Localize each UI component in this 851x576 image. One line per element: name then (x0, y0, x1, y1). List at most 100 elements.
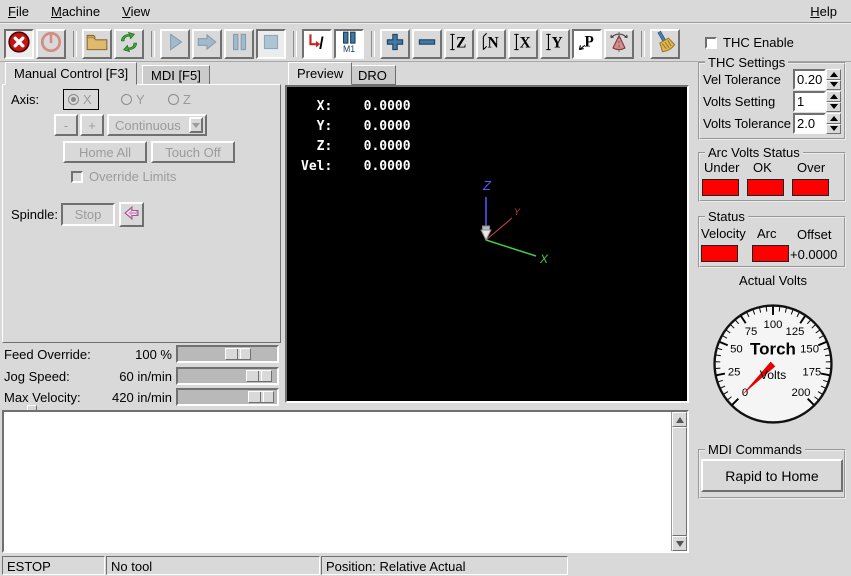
tab-preview[interactable]: Preview (288, 62, 352, 85)
tool-cone (481, 230, 491, 240)
feed-override-slider[interactable] (176, 345, 279, 363)
run-button[interactable] (160, 29, 190, 59)
tab-preview-label: Preview (297, 66, 343, 81)
spin-up-button[interactable] (826, 69, 841, 80)
scroll-up-button[interactable] (672, 412, 687, 427)
volts-tolerance-spinbox[interactable]: 2.0 (793, 113, 841, 134)
axis-radio-x[interactable]: X (63, 89, 99, 110)
vel-tolerance-spinbox[interactable]: 0.20 (793, 69, 841, 90)
menu-help[interactable]: Help (810, 4, 837, 19)
brake-icon (123, 204, 141, 225)
svg-text:125: 125 (786, 326, 805, 338)
jog-plus-button[interactable]: + (80, 114, 104, 136)
clear-plot-button[interactable] (650, 29, 680, 59)
plus-icon (383, 30, 407, 57)
jog-minus-button[interactable]: - (54, 114, 78, 136)
radio-z-label: Z (183, 92, 191, 107)
home-all-label: Home All (79, 145, 131, 160)
feed-override-handle[interactable] (225, 348, 251, 360)
jog-speed-handle[interactable] (246, 370, 272, 382)
vel-tolerance-value[interactable]: 0.20 (793, 69, 826, 90)
menu-machine[interactable]: Machine (51, 4, 100, 19)
axes-indicator: Z Y X (430, 170, 560, 280)
spin-up-button[interactable] (826, 91, 841, 102)
jog-speed-slider[interactable] (176, 367, 279, 385)
view-y-button[interactable]: Y (540, 29, 570, 59)
menu-file[interactable]: File (8, 4, 29, 19)
scroll-up-icon (676, 417, 684, 423)
svg-text:P: P (585, 33, 594, 50)
velocity-indicator (701, 245, 738, 262)
view-z2-button[interactable]: N (476, 29, 506, 59)
override-limits-checkbox[interactable]: Override Limits (71, 169, 176, 184)
home-all-button[interactable]: Home All (63, 141, 147, 163)
machine-power-button[interactable] (36, 29, 66, 59)
preview-canvas[interactable]: X: 0.0000 Y: 0.0000 Z: 0.0000 Vel: 0.000… (285, 85, 689, 403)
jog-speed-value: 60 in/min (100, 369, 172, 384)
estop-icon (7, 30, 31, 57)
jog-minus-label: - (64, 118, 68, 133)
thc-enable-checkbox[interactable]: THC Enable (705, 35, 794, 50)
estop-button[interactable] (4, 29, 34, 59)
optional-stop-icon: M1 (337, 30, 361, 57)
view-z-button[interactable]: Z (444, 29, 474, 59)
spin-up-button[interactable] (826, 113, 841, 124)
x-axis-label: X (539, 252, 549, 266)
axis-radio-z[interactable]: Z (168, 92, 191, 107)
open-file-button[interactable] (82, 29, 112, 59)
volts-setting-label: Volts Setting (703, 94, 775, 109)
power-icon (39, 30, 63, 57)
radio-x-label: X (83, 92, 92, 107)
volts-setting-spinbox[interactable]: 1 (793, 91, 841, 112)
manual-control-panel: Axis: X Y Z - + Continuous Home All Touc… (2, 84, 281, 343)
volts-tolerance-value[interactable]: 2.0 (793, 113, 826, 134)
tab-manual-control[interactable]: Manual Control [F3] (5, 62, 137, 85)
radio-z-indicator (168, 94, 179, 105)
touch-off-button[interactable]: Touch Off (151, 141, 235, 163)
vel-tolerance-label: Vel Tolerance (703, 72, 781, 87)
svg-text:Y: Y (552, 34, 563, 51)
rotate-view-button[interactable] (604, 29, 634, 59)
jog-mode-dropdown[interactable]: Continuous (107, 114, 207, 136)
reload-button[interactable] (114, 29, 144, 59)
zoom-in-button[interactable] (380, 29, 410, 59)
max-velocity-handle[interactable] (248, 391, 274, 403)
thc-enable-label: THC Enable (723, 35, 794, 50)
axis-radio-y[interactable]: Y (121, 92, 145, 107)
toolbar-separator (293, 31, 297, 57)
max-velocity-value: 420 in/min (100, 390, 172, 405)
spin-down-button[interactable] (826, 80, 841, 91)
scroll-down-button[interactable] (672, 536, 687, 551)
z-axis-label: Z (482, 178, 492, 193)
view-perspective-icon: P (575, 30, 599, 57)
gauge-center-label: Torch (750, 340, 796, 359)
zoom-out-button[interactable] (412, 29, 442, 59)
tab-dro-label: DRO (358, 68, 387, 83)
spindle-brake-button[interactable] (119, 202, 144, 227)
tab-mdi[interactable]: MDI [F5] (142, 65, 210, 85)
rapid-to-home-button[interactable]: Rapid to Home (701, 459, 843, 492)
thc-enable-box (705, 37, 717, 49)
spindle-stop-button[interactable]: Stop (61, 203, 115, 226)
stop-button[interactable] (256, 29, 286, 59)
spin-down-button[interactable] (826, 102, 841, 113)
scrollbar-thumb[interactable] (672, 427, 687, 536)
svg-text:150: 150 (800, 344, 819, 356)
max-velocity-slider[interactable] (176, 388, 279, 406)
skip-lines-button[interactable]: / (302, 29, 332, 59)
log-scrollbar[interactable] (671, 412, 687, 551)
arc-volts-status-title: Arc Volts Status (705, 145, 803, 160)
view-perspective-button[interactable]: P (572, 29, 602, 59)
optional-stop-button[interactable]: M1 (334, 29, 364, 59)
spin-down-button[interactable] (826, 124, 841, 135)
tab-dro[interactable]: DRO (349, 65, 396, 85)
axis-label: Axis: (11, 92, 39, 107)
step-button[interactable] (192, 29, 222, 59)
volts-setting-value[interactable]: 1 (793, 91, 826, 112)
pause-button[interactable] (224, 29, 254, 59)
minus-icon (415, 30, 439, 57)
override-limits-label: Override Limits (89, 169, 176, 184)
menu-view[interactable]: View (122, 4, 150, 19)
view-x-button[interactable]: X (508, 29, 538, 59)
message-log[interactable] (2, 410, 689, 553)
